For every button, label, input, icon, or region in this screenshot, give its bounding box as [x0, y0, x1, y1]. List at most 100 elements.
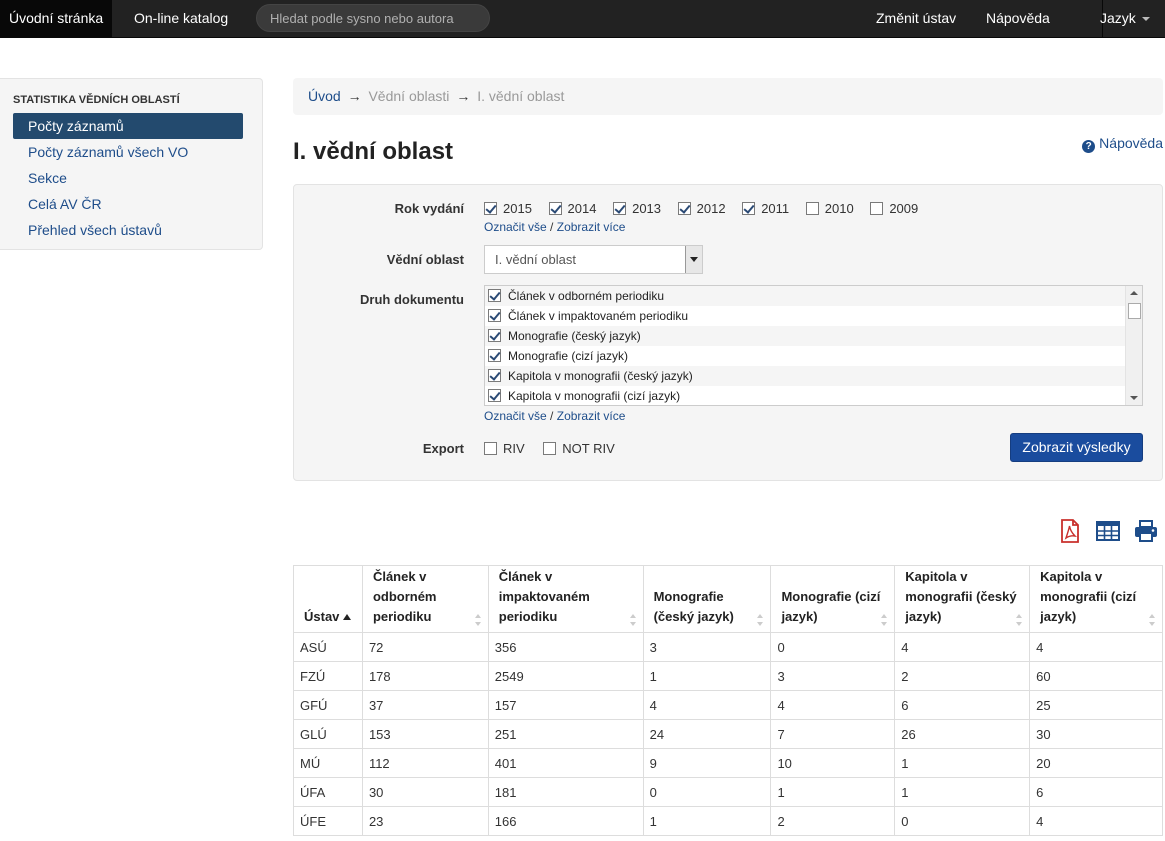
pdf-icon[interactable]	[1057, 518, 1083, 544]
count-cell: 2	[770, 806, 896, 836]
scrollbar-thumb[interactable]	[1128, 303, 1141, 319]
sort-icon	[757, 614, 764, 626]
scroll-down-icon[interactable]	[1130, 396, 1138, 400]
year-option-label: 2013	[632, 201, 662, 216]
list-item[interactable]: Monografie (český jazyk)	[485, 326, 1142, 346]
checkbox[interactable]	[742, 202, 756, 215]
count-cell: 0	[894, 806, 1031, 836]
list-item[interactable]: Článek v impaktovaném periodiku	[485, 306, 1142, 326]
list-item[interactable]: Článek v odborném periodiku	[485, 286, 1142, 306]
checkbox[interactable]	[805, 202, 819, 215]
year-checkbox-group: 2015 2014 2013 2012 2011 2010 2009	[484, 201, 931, 216]
column-header-chapter-czech[interactable]: Kapitola v monografii (český jazyk)	[894, 565, 1031, 633]
list-item[interactable]: Kapitola v monografii (cizí jazyk)	[485, 386, 1142, 405]
doctype-option-label: Článek v odborném periodiku	[508, 289, 665, 303]
column-header-label: Článek v impaktovaném periodiku	[498, 569, 590, 624]
sidebar-item-sections[interactable]: Sekce	[13, 165, 243, 191]
list-item[interactable]: Kapitola v monografii (český jazyk)	[485, 366, 1142, 386]
year-checkbox-2014[interactable]: 2014	[548, 201, 596, 216]
table-row: ASÚ 72 356 3 0 4 4	[293, 632, 1163, 662]
column-header-label: Kapitola v monografii (český jazyk)	[905, 569, 1017, 624]
institute-cell: ÚFA	[293, 777, 363, 807]
year-checkbox-2011[interactable]: 2011	[742, 201, 789, 216]
nav-help-link[interactable]: Nápověda	[978, 0, 1058, 38]
doctype-option-label: Monografie (cizí jazyk)	[508, 349, 629, 363]
checkbox[interactable]	[488, 309, 501, 322]
sidebar-item-record-counts[interactable]: Počty záznamů	[13, 113, 243, 139]
count-cell: 4	[642, 690, 772, 720]
year-checkbox-2010[interactable]: 2010	[805, 201, 854, 216]
print-icon[interactable]	[1133, 518, 1159, 544]
year-checkbox-2015[interactable]: 2015	[484, 201, 532, 216]
checkbox[interactable]	[488, 389, 501, 402]
doctype-select-all-link[interactable]: Označit vše	[484, 409, 547, 423]
export-checkbox-not-riv[interactable]: NOT RIV	[543, 441, 615, 456]
doctype-option-label: Kapitola v monografii (cizí jazyk)	[508, 389, 681, 403]
help-link[interactable]: ? Nápověda	[1082, 135, 1163, 153]
checkbox[interactable]	[484, 202, 497, 215]
doctype-listbox[interactable]: Článek v odborném periodiku Článek v imp…	[484, 285, 1143, 406]
scroll-up-icon[interactable]	[1130, 291, 1138, 295]
count-cell: 1	[894, 748, 1031, 778]
count-cell: 1	[642, 661, 772, 691]
count-cell: 181	[487, 777, 644, 807]
nav-home-link[interactable]: Úvodní stránka	[0, 0, 113, 38]
nav-change-institute-link[interactable]: Změnit ústav	[868, 0, 964, 38]
help-link-label: Nápověda	[1099, 135, 1163, 151]
year-option-label: 2015	[503, 201, 532, 216]
table-row: GLÚ 153 251 24 7 26 30	[293, 719, 1163, 749]
checkbox[interactable]	[677, 202, 691, 215]
count-cell: 10	[770, 748, 896, 778]
checkbox[interactable]	[613, 202, 627, 215]
checkbox[interactable]	[484, 442, 497, 455]
institute-cell: ÚFE	[293, 806, 363, 836]
chevron-down-icon[interactable]	[685, 246, 702, 273]
year-show-more-link[interactable]: Zobrazit více	[557, 220, 626, 234]
column-header-institute[interactable]: Ústav	[293, 565, 363, 633]
doctype-show-more-link[interactable]: Zobrazit více	[557, 409, 626, 423]
checkbox[interactable]	[488, 369, 501, 382]
count-cell: 30	[361, 777, 489, 807]
year-option-label: 2009	[889, 201, 919, 216]
count-cell: 3	[770, 661, 896, 691]
column-header-professional-periodical[interactable]: Článek v odborném periodiku	[361, 565, 489, 633]
language-dropdown[interactable]: Jazyk	[1092, 0, 1158, 38]
breadcrumb-home-link[interactable]: Úvod	[308, 88, 341, 104]
checkbox[interactable]	[488, 329, 501, 342]
count-cell: 72	[361, 632, 489, 662]
year-checkbox-2013[interactable]: 2013	[613, 201, 661, 216]
column-header-chapter-foreign[interactable]: Kapitola v monografii (cizí jazyk)	[1029, 565, 1163, 633]
sidebar-item-whole-academy[interactable]: Celá AV ČR	[13, 191, 243, 217]
checkbox[interactable]	[488, 349, 501, 362]
show-results-button[interactable]: Zobrazit výsledky	[1010, 433, 1143, 462]
checkbox[interactable]	[543, 442, 557, 455]
sidebar-item-all-areas-counts[interactable]: Počty záznamů všech VO	[13, 139, 243, 165]
year-select-all-link[interactable]: Označit vše	[484, 220, 547, 234]
area-label: Vědní oblast	[386, 252, 464, 267]
export-label: Export	[422, 441, 464, 456]
checkbox[interactable]	[870, 202, 884, 215]
top-navbar: Úvodní stránka On-line katalog Změnit ús…	[0, 0, 1165, 38]
checkbox[interactable]	[488, 289, 501, 302]
checkbox[interactable]	[548, 202, 562, 215]
nav-catalog-link[interactable]: On-line katalog	[126, 0, 236, 38]
count-cell: 6	[894, 690, 1031, 720]
count-cell: 23	[361, 806, 489, 836]
table-row: ÚFE 23 166 1 2 0 4	[293, 806, 1163, 836]
list-item[interactable]: Monografie (cizí jazyk)	[485, 346, 1142, 366]
year-checkbox-2012[interactable]: 2012	[677, 201, 726, 216]
count-cell: 4	[770, 690, 896, 720]
column-header-monograph-foreign[interactable]: Monografie (cizí jazyk)	[770, 565, 896, 633]
listbox-scrollbar[interactable]	[1125, 286, 1142, 405]
column-header-impact-periodical[interactable]: Článek v impaktovaném periodiku	[487, 565, 644, 633]
area-select[interactable]: I. vědní oblast	[484, 245, 703, 274]
sidebar-heading: STATISTIKA VĚDNÍCH OBLASTÍ	[13, 94, 180, 106]
link-separator: /	[550, 409, 554, 423]
table-icon[interactable]	[1095, 518, 1121, 544]
year-checkbox-2009[interactable]: 2009	[870, 201, 918, 216]
export-checkbox-riv[interactable]: RIV	[484, 441, 525, 456]
sidebar-item-institutes-overview[interactable]: Přehled všech ústavů	[13, 217, 243, 243]
column-header-monograph-czech[interactable]: Monografie (český jazyk)	[642, 565, 772, 633]
count-cell: 356	[487, 632, 644, 662]
search-input[interactable]	[256, 4, 490, 32]
